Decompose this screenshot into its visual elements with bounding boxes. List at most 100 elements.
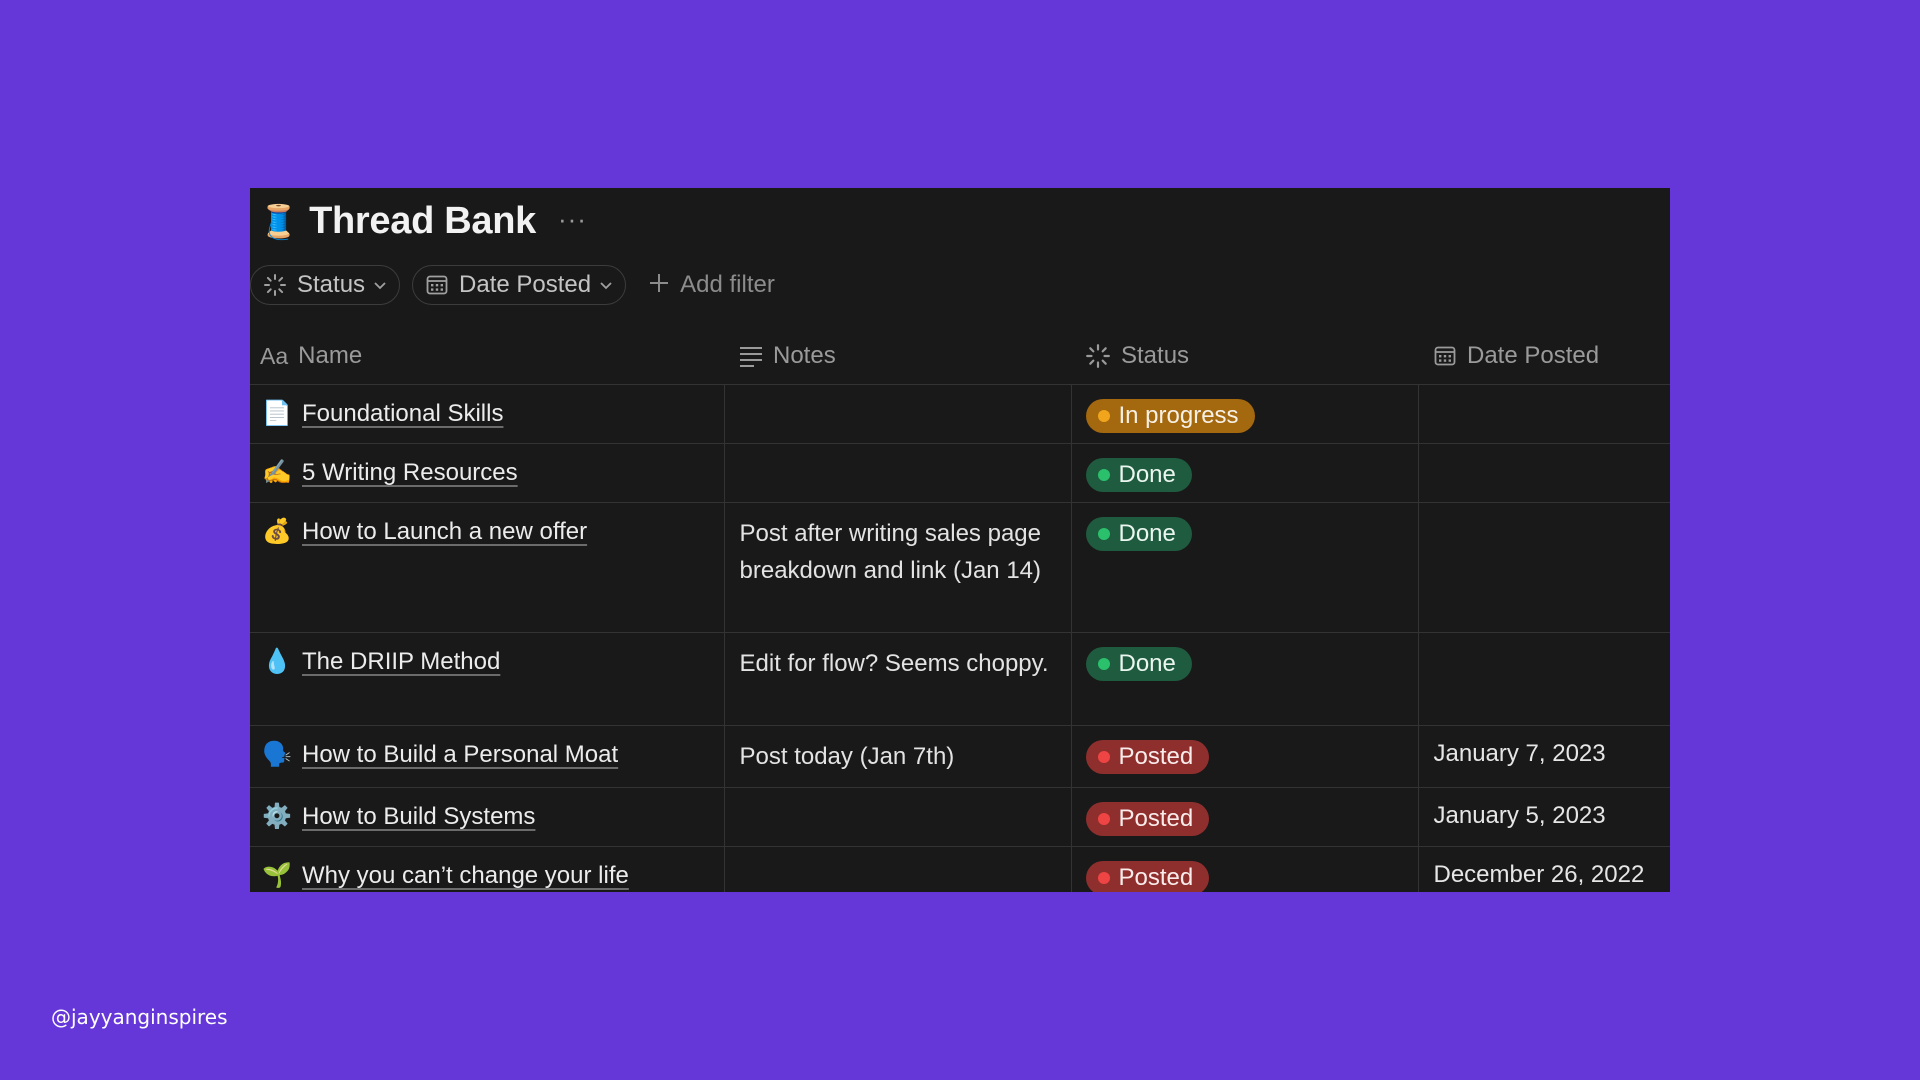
status-label: In progress — [1118, 402, 1239, 429]
plus-icon — [648, 270, 670, 300]
calendar-icon — [1433, 344, 1457, 368]
status-badge[interactable]: Done — [1085, 647, 1192, 681]
notes-cell[interactable] — [723, 443, 1071, 503]
notes-text — [725, 444, 1071, 468]
status-label: Posted — [1118, 743, 1194, 770]
name-cell[interactable]: 💰 How to Launch a new offer — [250, 502, 724, 633]
page-emoji-icon: 🗣️ — [262, 741, 292, 768]
text-property-icon: Aa — [260, 342, 289, 369]
status-label: Posted — [1118, 864, 1194, 891]
column-label: Name — [298, 342, 363, 369]
status-dot-icon — [1097, 410, 1110, 422]
page-title: Thread Bank — [309, 199, 536, 242]
status-dot-icon — [1097, 872, 1110, 884]
status-icon — [263, 273, 287, 297]
column-label: Status — [1121, 342, 1190, 369]
status-label: Done — [1118, 461, 1176, 488]
add-filter-button[interactable]: Add filter — [648, 270, 775, 300]
notes-text: Edit for flow? Seems choppy. — [739, 650, 1049, 677]
status-label: Posted — [1118, 805, 1194, 832]
page-title-link[interactable]: How to Build a Personal Moat — [302, 741, 618, 769]
date-posted-cell[interactable]: January 5, 2023 — [1417, 787, 1670, 847]
notes-cell[interactable]: Edit for flow? Seems choppy. — [723, 632, 1071, 726]
status-badge[interactable]: Posted — [1085, 802, 1210, 836]
author-handle: @jayyanginspires — [51, 1005, 228, 1029]
date-text: December 26, 2022 — [1433, 861, 1645, 888]
notes-cell[interactable]: Post after writing sales page breakdown … — [723, 502, 1071, 633]
table-row[interactable]: ⚙️ How to Build Systems Posted January 5, 2… — [250, 787, 1670, 847]
page-emoji-icon: 📄 — [262, 400, 292, 427]
date-posted-cell[interactable]: December 26, 2022 — [1417, 846, 1670, 892]
notes-cell[interactable]: Post today (Jan 7th) — [723, 725, 1071, 788]
notes-text: Post after writing sales page breakdown … — [739, 520, 1042, 584]
database-panel: 🧵 Thread Bank ··· Status Date Posted Add… — [250, 188, 1670, 892]
column-header-status[interactable]: Status — [1071, 328, 1418, 385]
notes-cell[interactable] — [723, 787, 1071, 847]
page-title-link[interactable]: Why you can’t change your life — [302, 862, 629, 890]
table-header-row: Aa Name Notes Status Date Posted — [250, 328, 1670, 385]
page-emoji-icon: 💧 — [262, 648, 292, 675]
name-cell[interactable]: 📄 Foundational Skills — [250, 384, 724, 444]
status-filter-chip[interactable]: Status — [250, 265, 401, 305]
chevron-down-icon — [599, 278, 613, 292]
notes-text — [725, 788, 1071, 812]
column-header-notes[interactable]: Notes — [724, 328, 1071, 385]
status-badge[interactable]: Done — [1085, 458, 1192, 492]
name-cell[interactable]: ✍️ 5 Writing Resources — [250, 443, 724, 503]
table-row[interactable]: 💧 The DRIIP Method Edit for flow? Seems ch… — [250, 632, 1671, 726]
spool-icon: 🧵 — [258, 202, 300, 240]
table-row[interactable]: 📄 Foundational Skills In progress — [250, 384, 1671, 444]
page-title-link[interactable]: 5 Writing Resources — [302, 459, 518, 487]
status-cell[interactable]: In progress — [1070, 384, 1418, 444]
notes-text — [725, 847, 1071, 871]
table-row[interactable]: 💰 How to Launch a new offer Post after wri… — [250, 502, 1671, 633]
table-row[interactable]: 🌱 Why you can’t change your life Posted Dec… — [250, 846, 1670, 892]
page-header: 🧵 Thread Bank ··· — [258, 198, 587, 244]
name-cell[interactable]: 🗣️ How to Build a Personal Moat — [250, 725, 724, 788]
status-cell[interactable]: Posted — [1070, 725, 1418, 788]
lines-icon — [739, 345, 763, 367]
date-posted-cell[interactable]: January 7, 2023 — [1417, 725, 1670, 788]
status-badge[interactable]: In progress — [1085, 399, 1255, 433]
date-posted-cell[interactable] — [1417, 502, 1671, 633]
name-cell[interactable]: 💧 The DRIIP Method — [250, 632, 724, 726]
status-dot-icon — [1097, 751, 1110, 763]
status-cell[interactable]: Posted — [1070, 846, 1418, 892]
date-text: January 5, 2023 — [1433, 802, 1606, 829]
page-title-link[interactable]: How to Build Systems — [302, 803, 535, 831]
date-posted-filter-chip[interactable]: Date Posted — [412, 265, 627, 305]
page-title-link[interactable]: Foundational Skills — [302, 400, 503, 428]
column-label: Date Posted — [1467, 342, 1600, 369]
notes-cell[interactable] — [723, 846, 1071, 892]
page-emoji-icon: 🌱 — [262, 862, 292, 889]
status-cell[interactable]: Done — [1070, 443, 1418, 503]
status-badge[interactable]: Posted — [1085, 740, 1210, 774]
status-cell[interactable]: Done — [1070, 632, 1418, 726]
status-cell[interactable]: Done — [1070, 502, 1418, 633]
date-text — [1419, 633, 1671, 647]
table-row[interactable]: 🗣️ How to Build a Personal Moat Post today… — [250, 725, 1670, 788]
notes-cell[interactable] — [723, 384, 1071, 444]
column-header-date-posted[interactable]: Date Posted — [1418, 328, 1670, 385]
date-posted-cell[interactable] — [1417, 632, 1671, 726]
status-badge[interactable]: Done — [1085, 517, 1192, 551]
table-row[interactable]: ✍️ 5 Writing Resources Done — [250, 443, 1670, 503]
page-title-link[interactable]: How to Launch a new offer — [302, 518, 587, 546]
status-badge[interactable]: Posted — [1085, 861, 1210, 892]
status-label: Done — [1118, 520, 1176, 547]
chevron-down-icon — [373, 278, 387, 292]
more-options-button[interactable]: ··· — [558, 204, 587, 235]
page-title-link[interactable]: The DRIIP Method — [302, 648, 500, 676]
status-dot-icon — [1097, 528, 1110, 540]
status-cell[interactable]: Posted — [1070, 787, 1418, 847]
status-icon — [1085, 343, 1111, 369]
name-cell[interactable]: 🌱 Why you can’t change your life — [250, 846, 724, 892]
status-filter-label: Status — [297, 271, 366, 298]
date-posted-cell[interactable] — [1417, 384, 1671, 444]
status-dot-icon — [1097, 813, 1110, 825]
column-header-name[interactable]: Aa Name — [250, 328, 724, 385]
date-text — [1419, 503, 1671, 517]
date-text — [1419, 385, 1671, 399]
name-cell[interactable]: ⚙️ How to Build Systems — [250, 787, 724, 847]
date-posted-cell[interactable] — [1417, 443, 1670, 503]
